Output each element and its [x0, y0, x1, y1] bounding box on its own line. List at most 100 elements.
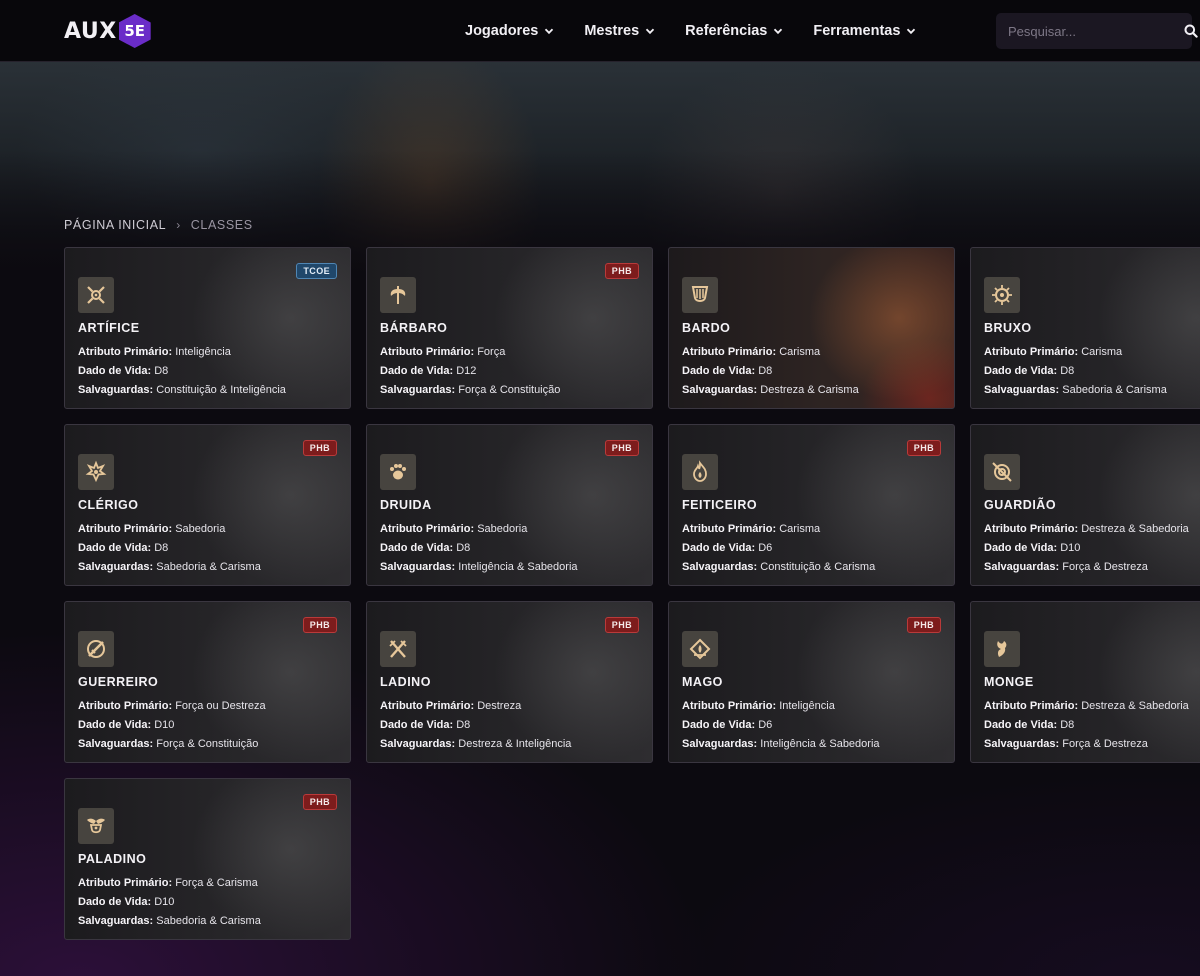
nav-label: Referências	[685, 23, 768, 39]
nav-referencias[interactable]: Referências	[685, 23, 783, 39]
hit-die: Dado de Vida: D8	[984, 719, 1075, 731]
primary-attribute: Atributo Primário: Sabedoria	[78, 523, 226, 535]
hit-die: Dado de Vida: D8	[984, 365, 1075, 377]
class-card-mago[interactable]: PHB Mago Atributo Primário: Inteligência…	[668, 601, 955, 763]
nav-ferramentas[interactable]: Ferramentas	[813, 23, 916, 39]
class-card-bruxo[interactable]: Bruxo Atributo Primário: Carisma Dado de…	[970, 247, 1200, 409]
class-name: Guerreiro	[78, 675, 159, 689]
nav-label: Mestres	[584, 23, 640, 39]
class-name: Druida	[380, 498, 432, 512]
source-badge: PHB	[302, 617, 337, 633]
hit-die: Dado de Vida: D8	[380, 719, 471, 731]
primary-attribute: Atributo Primário: Inteligência	[78, 346, 231, 358]
primary-attribute: Atributo Primário: Sabedoria	[380, 523, 528, 535]
class-name: Ladino	[380, 675, 431, 689]
hit-die: Dado de Vida: D6	[682, 542, 773, 554]
source-badge: PHB	[906, 617, 941, 633]
class-card-artifice[interactable]: TCOE Artífice Atributo Primário: Intelig…	[64, 247, 351, 409]
search-box	[996, 13, 1198, 49]
primary-attribute: Atributo Primário: Carisma	[984, 346, 1123, 358]
class-card-guardiao[interactable]: Guardião Atributo Primário: Destreza & S…	[970, 424, 1200, 586]
class-name: Monge	[984, 675, 1034, 689]
search-icon[interactable]	[1184, 13, 1198, 49]
nav-label: Jogadores	[465, 23, 539, 39]
saving-throws: Salvaguardas: Sabedoria & Carisma	[78, 561, 261, 573]
saving-throws: Salvaguardas: Força & Constituição	[380, 384, 561, 396]
source-badge: PHB	[604, 617, 639, 633]
hit-die: Dado de Vida: D6	[682, 719, 773, 731]
barbarian-icon	[380, 277, 416, 313]
primary-attribute: Atributo Primário: Inteligência	[682, 700, 835, 712]
source-badge: PHB	[302, 794, 337, 810]
monk-icon	[984, 631, 1020, 667]
primary-attribute: Atributo Primário: Destreza & Sabedoria	[984, 523, 1189, 535]
primary-attribute: Atributo Primário: Carisma	[682, 346, 821, 358]
source-badge: PHB	[604, 440, 639, 456]
class-card-bardo[interactable]: Bardo Atributo Primário: Carisma Dado de…	[668, 247, 955, 409]
class-name: Guardião	[984, 498, 1057, 512]
main-nav: Jogadores Mestres Referências Ferramenta…	[465, 0, 946, 62]
breadcrumb-current: Classes	[190, 218, 253, 232]
chevron-down-icon	[545, 28, 554, 35]
breadcrumb-home-link[interactable]: Página Inicial	[64, 218, 166, 232]
primary-attribute: Atributo Primário: Força & Carisma	[78, 877, 258, 889]
class-card-paladino[interactable]: PHB Paladino Atributo Primário: Força & …	[64, 778, 351, 940]
nav-jogadores[interactable]: Jogadores	[465, 23, 554, 39]
saving-throws: Salvaguardas: Sabedoria & Carisma	[78, 915, 261, 927]
artificer-icon	[78, 277, 114, 313]
class-card-guerreiro[interactable]: PHB Guerreiro Atributo Primário: Força o…	[64, 601, 351, 763]
class-name: Bárbaro	[380, 321, 448, 335]
druid-icon	[380, 454, 416, 490]
hit-die: Dado de Vida: D8	[78, 365, 169, 377]
class-name: Bardo	[682, 321, 731, 335]
ranger-icon	[984, 454, 1020, 490]
chevron-down-icon	[646, 28, 655, 35]
site-logo[interactable]: AUX 5E	[64, 14, 151, 48]
logo-text: AUX	[64, 18, 117, 44]
hit-die: Dado de Vida: D10	[78, 896, 175, 908]
sorcerer-icon	[682, 454, 718, 490]
nav-label: Ferramentas	[813, 23, 901, 39]
saving-throws: Salvaguardas: Inteligência & Sabedoria	[380, 561, 578, 573]
class-name: Clérigo	[78, 498, 139, 512]
source-badge: PHB	[302, 440, 337, 456]
cleric-icon	[78, 454, 114, 490]
primary-attribute: Atributo Primário: Força	[380, 346, 506, 358]
chevron-down-icon	[774, 28, 783, 35]
hit-die: Dado de Vida: D8	[682, 365, 773, 377]
top-navigation-bar: AUX 5E Jogadores Mestres Referências Fer…	[0, 0, 1200, 62]
saving-throws: Salvaguardas: Destreza & Carisma	[682, 384, 859, 396]
warlock-icon	[984, 277, 1020, 313]
class-card-druida[interactable]: PHB Druida Atributo Primário: Sabedoria …	[366, 424, 653, 586]
saving-throws: Salvaguardas: Inteligência & Sabedoria	[682, 738, 880, 750]
saving-throws: Salvaguardas: Destreza & Inteligência	[380, 738, 572, 750]
class-card-feiticeiro[interactable]: PHB Feiticeiro Atributo Primário: Carism…	[668, 424, 955, 586]
class-card-clerigo[interactable]: PHB Clérigo Atributo Primário: Sabedoria…	[64, 424, 351, 586]
class-name: Artífice	[78, 321, 140, 335]
class-card-monge[interactable]: Monge Atributo Primário: Destreza & Sabe…	[970, 601, 1200, 763]
hit-die: Dado de Vida: D10	[984, 542, 1081, 554]
class-card-barbaro[interactable]: PHB Bárbaro Atributo Primário: Força Dad…	[366, 247, 653, 409]
bard-icon	[682, 277, 718, 313]
rogue-icon	[380, 631, 416, 667]
hit-die: Dado de Vida: D8	[380, 542, 471, 554]
logo-hex-badge: 5E	[118, 14, 151, 48]
class-name: Paladino	[78, 852, 147, 866]
primary-attribute: Atributo Primário: Força ou Destreza	[78, 700, 266, 712]
paladin-icon	[78, 808, 114, 844]
saving-throws: Salvaguardas: Força & Constituição	[78, 738, 259, 750]
nav-mestres[interactable]: Mestres	[584, 23, 655, 39]
saving-throws: Salvaguardas: Sabedoria & Carisma	[984, 384, 1167, 396]
source-badge: PHB	[604, 263, 639, 279]
search-input[interactable]	[996, 23, 1184, 39]
class-name: Bruxo	[984, 321, 1032, 335]
hit-die: Dado de Vida: D8	[78, 542, 169, 554]
source-badge: PHB	[906, 440, 941, 456]
source-badge: TCOE	[296, 263, 337, 279]
fighter-icon	[78, 631, 114, 667]
breadcrumb: Página Inicial › Classes	[64, 218, 253, 232]
primary-attribute: Atributo Primário: Destreza & Sabedoria	[984, 700, 1189, 712]
saving-throws: Salvaguardas: Força & Destreza	[984, 738, 1148, 750]
wizard-icon	[682, 631, 718, 667]
class-card-ladino[interactable]: PHB Ladino Atributo Primário: Destreza D…	[366, 601, 653, 763]
